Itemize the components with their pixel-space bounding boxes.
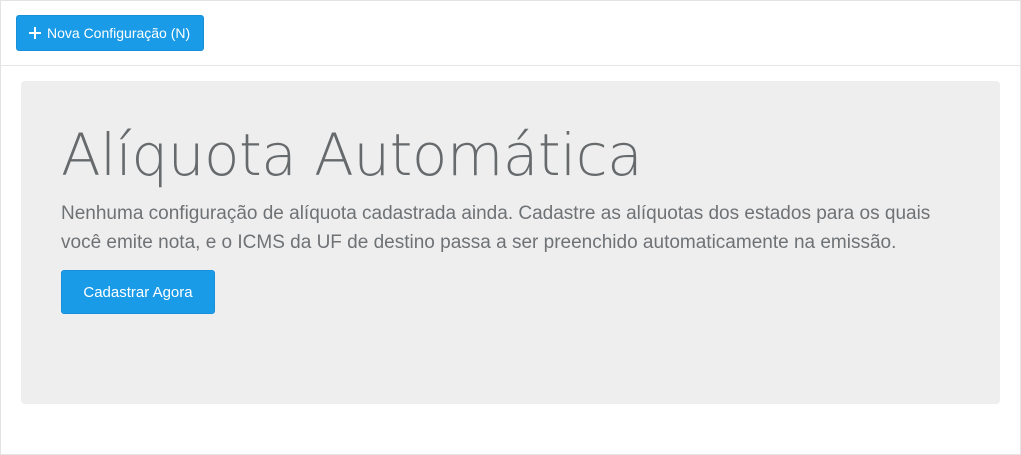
plus-icon (29, 27, 41, 39)
new-configuration-label: Nova Configuração (N) (47, 25, 191, 41)
new-configuration-button[interactable]: Nova Configuração (N) (16, 15, 205, 51)
page-container: Nova Configuração (N) Alíquota Automátic… (0, 0, 1021, 455)
register-now-button[interactable]: Cadastrar Agora (61, 270, 215, 314)
empty-state-title: Alíquota Automática (61, 121, 643, 189)
empty-state-panel: Alíquota Automática Nenhuma configuração… (21, 81, 1000, 404)
empty-state-description: Nenhuma configuração de alíquota cadastr… (61, 203, 931, 253)
toolbar: Nova Configuração (N) (1, 1, 1020, 66)
